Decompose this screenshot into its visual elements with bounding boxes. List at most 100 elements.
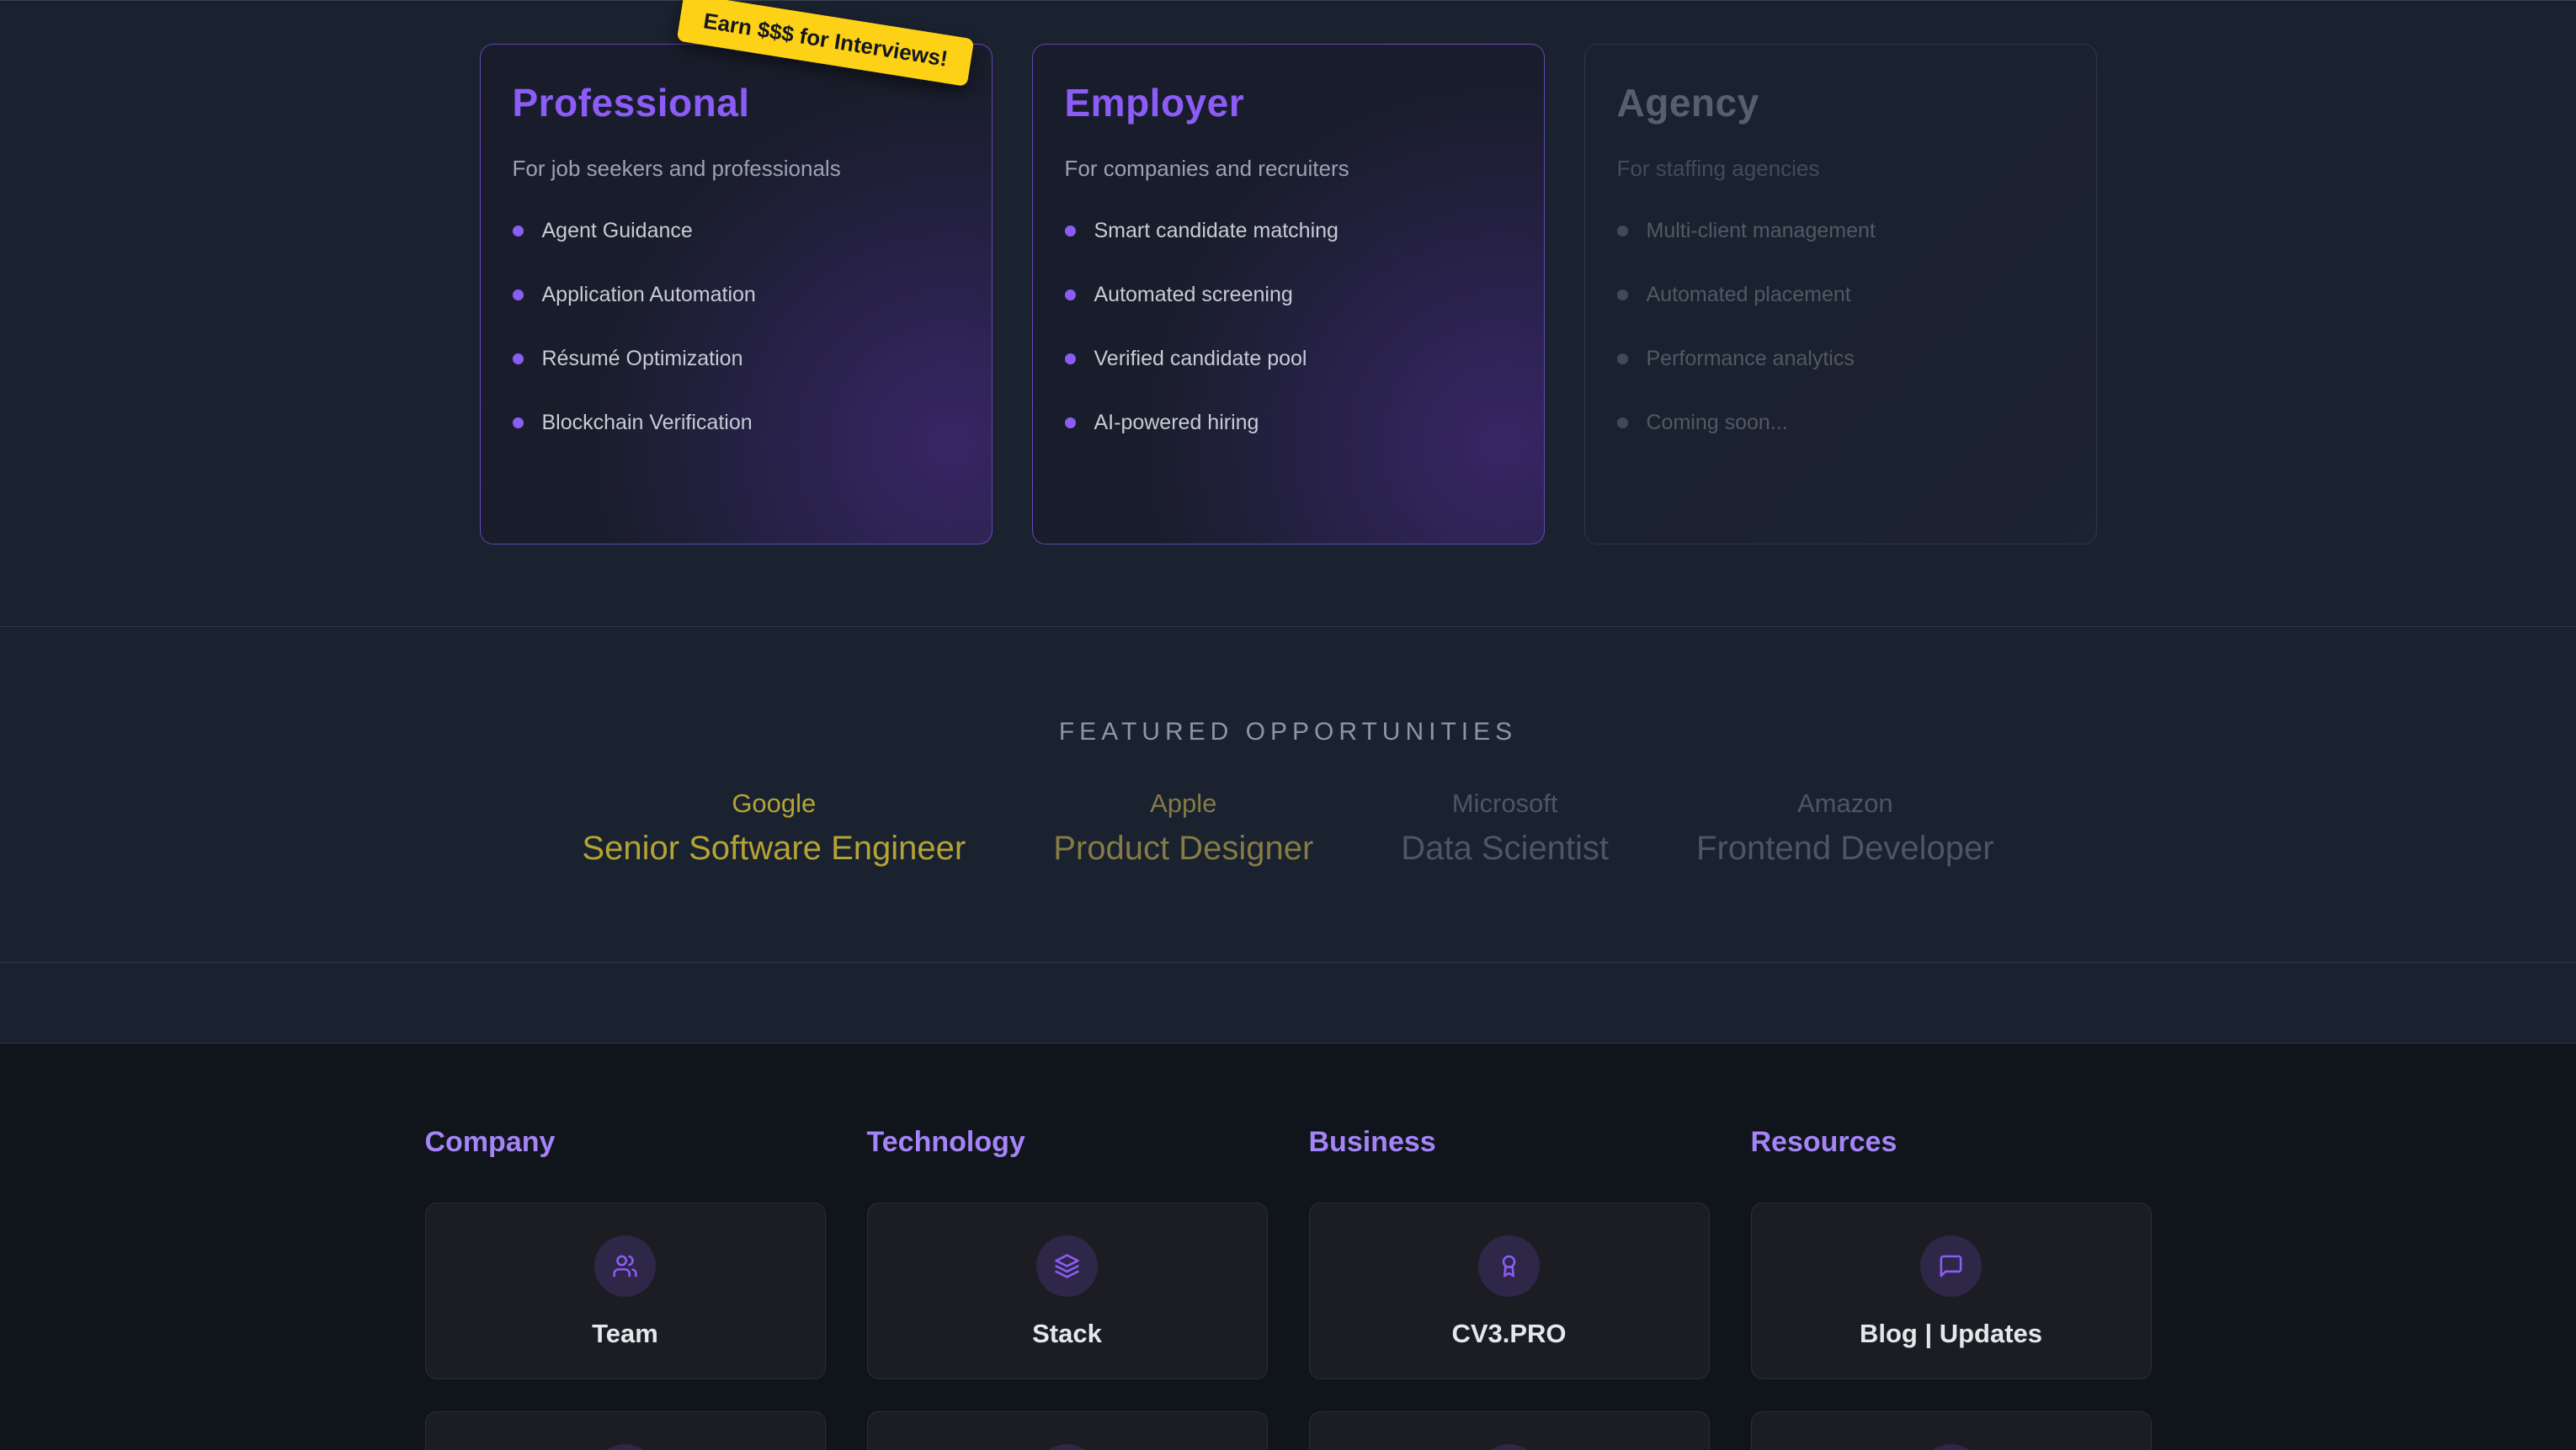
bullet-dot-icon bbox=[1617, 289, 1628, 300]
plan-feature: Blockchain Verification bbox=[513, 411, 960, 435]
featured-opportunity-apple[interactable]: Apple Product Designer bbox=[1053, 789, 1313, 868]
footer-grid: Company Team bbox=[425, 1126, 2152, 1450]
plan-subtitle: For staffing agencies bbox=[1617, 156, 2064, 182]
plan-feature-label: Performance analytics bbox=[1647, 347, 1855, 371]
plan-subtitle: For job seekers and professionals bbox=[513, 156, 960, 182]
plan-feature: Multi-client management bbox=[1617, 219, 2064, 243]
footer-header-technology: Technology bbox=[867, 1126, 1268, 1159]
plan-card-employer[interactable]: Employer For companies and recruiters Sm… bbox=[1032, 44, 1545, 544]
plan-feature-label: Résumé Optimization bbox=[542, 347, 743, 371]
award-icon bbox=[1496, 1253, 1522, 1279]
footer-header-company: Company bbox=[425, 1126, 826, 1159]
footer-header-business: Business bbox=[1309, 1126, 1710, 1159]
spacer-section bbox=[0, 963, 2576, 1044]
featured-company: Google bbox=[582, 789, 966, 819]
earn-ribbon: Earn $$$ for Interviews! bbox=[677, 0, 975, 87]
footer-card-cv3pro[interactable]: CV3.PRO bbox=[1309, 1203, 1710, 1379]
footer-card-stack[interactable]: Stack bbox=[867, 1203, 1268, 1379]
icon-circle bbox=[1478, 1444, 1540, 1450]
bullet-dot-icon bbox=[1065, 417, 1076, 428]
footer-card-team[interactable]: Team bbox=[425, 1203, 826, 1379]
plan-feature-label: Agent Guidance bbox=[542, 219, 693, 243]
plan-feature-list: Agent Guidance Application Automation Ré… bbox=[513, 219, 960, 435]
plan-card-professional[interactable]: Earn $$$ for Interviews! Professional Fo… bbox=[480, 44, 993, 544]
featured-company: Microsoft bbox=[1401, 789, 1609, 819]
plans-row: Earn $$$ for Interviews! Professional Fo… bbox=[480, 44, 2097, 544]
featured-opportunities-heading: FEATURED OPPORTUNITIES bbox=[0, 718, 2576, 746]
icon-circle bbox=[594, 1235, 656, 1297]
footer: Company Team bbox=[0, 1044, 2576, 1450]
featured-opportunity-google[interactable]: Google Senior Software Engineer bbox=[582, 789, 966, 868]
featured-opportunities-section: FEATURED OPPORTUNITIES Google Senior Sof… bbox=[0, 627, 2576, 963]
featured-opportunity-microsoft[interactable]: Microsoft Data Scientist bbox=[1401, 789, 1609, 868]
footer-card-partial[interactable] bbox=[425, 1411, 826, 1450]
bullet-dot-icon bbox=[513, 353, 524, 364]
plan-feature-label: Verified candidate pool bbox=[1094, 347, 1307, 371]
icon-circle bbox=[1920, 1444, 1982, 1450]
footer-column-company: Company Team bbox=[425, 1126, 826, 1450]
plan-feature-label: Application Automation bbox=[542, 283, 756, 307]
plan-feature: Résumé Optimization bbox=[513, 347, 960, 371]
footer-card-blog[interactable]: Blog | Updates bbox=[1751, 1203, 2152, 1379]
plan-feature-list: Multi-client management Automated placem… bbox=[1617, 219, 2064, 435]
plan-feature: Application Automation bbox=[513, 283, 960, 307]
plan-feature: Agent Guidance bbox=[513, 219, 960, 243]
plan-feature-label: Automated placement bbox=[1647, 283, 1851, 307]
plan-feature-label: Automated screening bbox=[1094, 283, 1293, 307]
plan-subtitle: For companies and recruiters bbox=[1065, 156, 1512, 182]
plan-card-agency: Agency For staffing agencies Multi-clien… bbox=[1584, 44, 2097, 544]
plan-feature-label: Blockchain Verification bbox=[542, 411, 753, 435]
featured-role: Product Designer bbox=[1053, 830, 1313, 868]
footer-card-partial[interactable] bbox=[1309, 1411, 1710, 1450]
footer-column-technology: Technology Stack bbox=[867, 1126, 1268, 1450]
plan-feature-label: Multi-client management bbox=[1647, 219, 1876, 243]
bullet-dot-icon bbox=[513, 226, 524, 236]
featured-opportunities-row: Google Senior Software Engineer Apple Pr… bbox=[0, 789, 2576, 868]
plan-feature: Smart candidate matching bbox=[1065, 219, 1512, 243]
message-square-icon bbox=[1938, 1253, 1964, 1279]
plan-feature: Performance analytics bbox=[1617, 347, 2064, 371]
footer-card-label: CV3.PRO bbox=[1451, 1319, 1566, 1349]
featured-role: Senior Software Engineer bbox=[582, 830, 966, 868]
bullet-dot-icon bbox=[1617, 417, 1628, 428]
users-icon bbox=[612, 1253, 638, 1279]
bullet-dot-icon bbox=[1065, 353, 1076, 364]
page: Earn $$$ for Interviews! Professional Fo… bbox=[0, 0, 2576, 1450]
plan-feature: Verified candidate pool bbox=[1065, 347, 1512, 371]
footer-column-business: Business CV3.PRO bbox=[1309, 1126, 1710, 1450]
footer-card-partial[interactable] bbox=[1751, 1411, 2152, 1450]
icon-circle bbox=[1478, 1235, 1540, 1297]
footer-card-label: Stack bbox=[1032, 1319, 1102, 1349]
footer-header-resources: Resources bbox=[1751, 1126, 2152, 1159]
plans-section: Earn $$$ for Interviews! Professional Fo… bbox=[0, 0, 2576, 627]
footer-card-label: Team bbox=[592, 1319, 658, 1349]
icon-circle bbox=[1036, 1444, 1098, 1450]
featured-opportunity-amazon[interactable]: Amazon Frontend Developer bbox=[1696, 789, 1994, 868]
bullet-dot-icon bbox=[513, 289, 524, 300]
bullet-dot-icon bbox=[513, 417, 524, 428]
icon-circle bbox=[594, 1444, 656, 1450]
plan-feature: Automated screening bbox=[1065, 283, 1512, 307]
bullet-dot-icon bbox=[1617, 226, 1628, 236]
featured-company: Apple bbox=[1053, 789, 1313, 819]
featured-company: Amazon bbox=[1696, 789, 1994, 819]
plan-title-professional: Professional bbox=[513, 80, 960, 125]
bullet-dot-icon bbox=[1617, 353, 1628, 364]
plan-feature: AI-powered hiring bbox=[1065, 411, 1512, 435]
featured-role: Data Scientist bbox=[1401, 830, 1609, 868]
footer-card-partial[interactable] bbox=[867, 1411, 1268, 1450]
plan-title-employer: Employer bbox=[1065, 80, 1512, 125]
plan-feature-label: Smart candidate matching bbox=[1094, 219, 1339, 243]
icon-circle bbox=[1920, 1235, 1982, 1297]
plan-feature: Coming soon... bbox=[1617, 411, 2064, 435]
footer-card-label: Blog | Updates bbox=[1860, 1319, 2042, 1349]
plan-feature-list: Smart candidate matching Automated scree… bbox=[1065, 219, 1512, 435]
icon-circle bbox=[1036, 1235, 1098, 1297]
footer-column-resources: Resources Blog | Updates bbox=[1751, 1126, 2152, 1450]
plan-title-agency: Agency bbox=[1617, 80, 2064, 125]
plan-feature: Automated placement bbox=[1617, 283, 2064, 307]
plan-feature-label: Coming soon... bbox=[1647, 411, 1788, 435]
plan-feature-label: AI-powered hiring bbox=[1094, 411, 1259, 435]
layers-icon bbox=[1054, 1253, 1080, 1279]
featured-role: Frontend Developer bbox=[1696, 830, 1994, 868]
